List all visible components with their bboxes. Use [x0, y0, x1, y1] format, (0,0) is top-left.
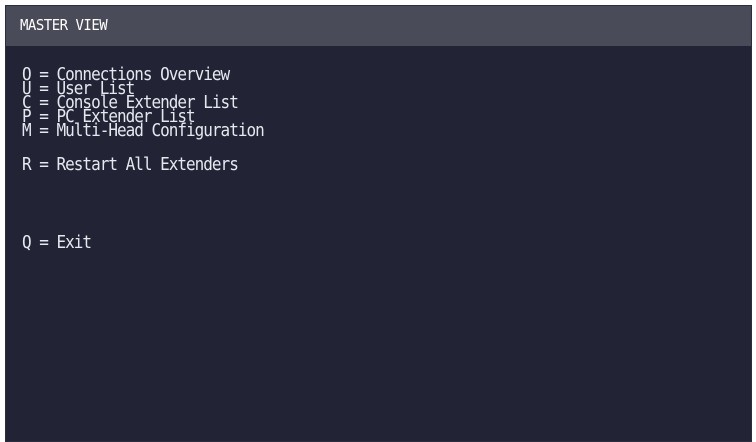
master-view-screen: MASTER VIEW O = Connections Overview U =… [5, 5, 752, 442]
menu-item-exit[interactable]: Q = Exit [22, 233, 264, 251]
menu-item-restart-all-extenders[interactable]: R = Restart All Extenders [22, 155, 264, 173]
menu-item-multi-head-configuration[interactable]: M = Multi-Head Configuration [22, 121, 265, 139]
window-title: MASTER VIEW [20, 17, 108, 35]
main-menu: O = Connections Overview U = User List C… [22, 65, 265, 251]
title-bar: MASTER VIEW [6, 6, 751, 46]
